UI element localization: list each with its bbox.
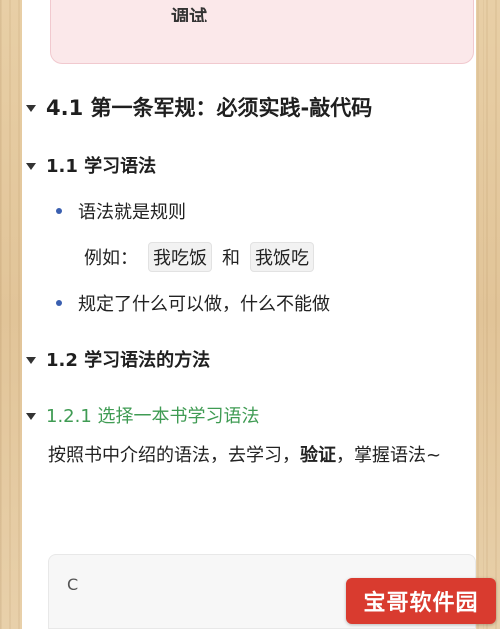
caret-down-icon[interactable]: [26, 104, 36, 112]
paragraph-text: ，掌握语法~: [336, 445, 442, 466]
heading-4-1[interactable]: 4.1 第一条军规：必须实践-敲代码: [26, 92, 372, 122]
list-item: 规定了什么可以做，什么不能做: [56, 290, 330, 316]
code-language-label: C: [67, 575, 79, 594]
body-paragraph: 按照书中介绍的语法，去学习，验证，掌握语法~: [48, 440, 463, 472]
example-middle: 和: [222, 248, 240, 269]
heading-1-1[interactable]: 1.1 学习语法: [26, 152, 156, 178]
heading-1-2-label: 1.2 学习语法的方法: [46, 350, 211, 371]
list-item-text: 规定了什么可以做，什么不能做: [78, 294, 330, 315]
paragraph-bold: 验证: [300, 445, 336, 466]
heading-1-2-1[interactable]: 1.2.1 选择一本书学习语法: [26, 402, 260, 428]
tip-text: 调试: [171, 7, 207, 22]
tip-callout: 调试: [50, 0, 474, 64]
caret-down-icon[interactable]: [26, 162, 36, 170]
bullet-dot-icon: [56, 300, 62, 306]
caret-down-icon[interactable]: [26, 412, 36, 420]
inline-code: 我吃饭: [148, 242, 212, 272]
watermark-text: 宝哥软件园: [363, 591, 479, 616]
heading-1-2[interactable]: 1.2 学习语法的方法: [26, 346, 210, 372]
list-item: 语法就是规则: [56, 198, 186, 224]
heading-4-1-label: 4.1 第一条军规：必须实践-敲代码: [46, 96, 373, 120]
caret-down-icon[interactable]: [26, 356, 36, 364]
heading-1-2-1-label: 1.2.1 选择一本书学习语法: [46, 406, 260, 427]
heading-1-1-label: 1.1 学习语法: [46, 156, 157, 177]
inline-code: 我饭吃: [250, 242, 314, 272]
paragraph-text: 按照书中介绍的语法，去学习，: [48, 445, 300, 466]
example-prefix: 例如：: [84, 248, 138, 269]
list-item-text: 语法就是规则: [78, 202, 186, 223]
site-watermark: 宝哥软件园: [346, 578, 496, 624]
example-line: 例如： 我吃饭 和 我饭吃: [84, 242, 324, 272]
bullet-dot-icon: [56, 208, 62, 214]
document-panel: 调试 4.1 第一条军规：必须实践-敲代码 1.1 学习语法 语法就是规则 例如…: [22, 0, 476, 629]
